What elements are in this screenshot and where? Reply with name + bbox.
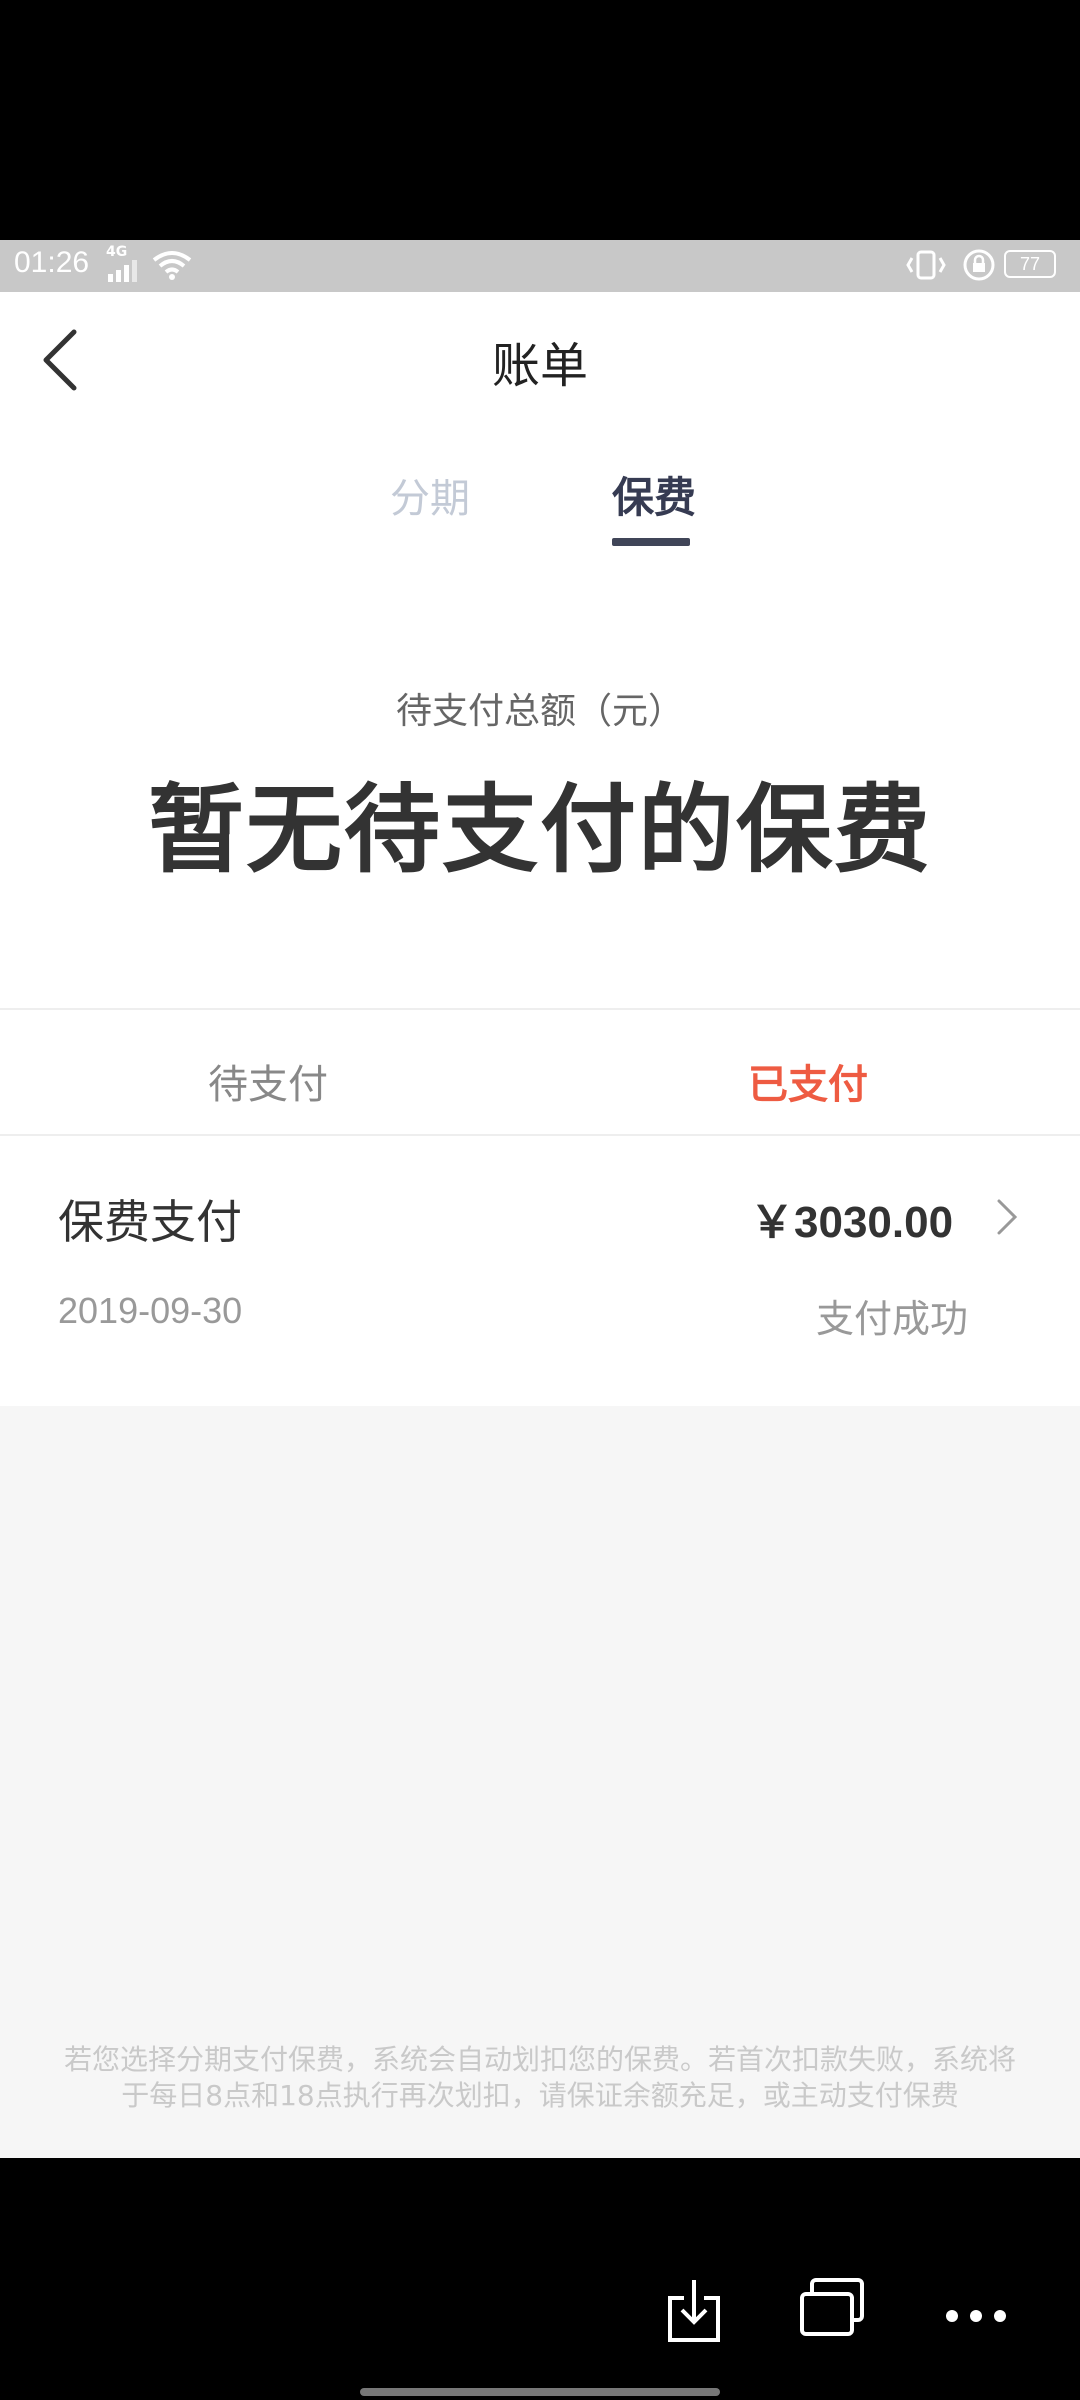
window-icon[interactable]	[798, 2278, 866, 2338]
divider	[0, 1008, 1080, 1010]
pending-total-label: 待支付总额（元）	[395, 691, 684, 732]
record-status: 支付成功	[816, 1297, 969, 1341]
status-time: 01:26	[14, 246, 90, 279]
pending-empty-message: 暂无待支付的保费	[148, 774, 932, 886]
wifi-icon	[152, 251, 192, 280]
status-bar: 01:26 4G 77	[0, 240, 1080, 292]
chevron-right-icon[interactable]	[996, 1198, 1018, 1236]
download-icon[interactable]	[666, 2278, 722, 2344]
record-title: 保费支付	[58, 1195, 242, 1249]
battery-icon: 77	[1004, 250, 1056, 278]
rotation-lock-icon	[963, 249, 995, 281]
vibrate-icon	[906, 250, 946, 280]
record-date: 2019-09-30	[58, 1290, 243, 1331]
footnote-text: 若您选择分期支付保费，系统会自动划扣您的保费。若首次扣款失败，系统将于每日8点和…	[63, 2043, 1016, 2112]
more-icon[interactable]	[944, 2306, 1008, 2326]
active-tab-indicator	[612, 538, 690, 546]
tab-installment[interactable]: 分期	[390, 466, 470, 524]
subtab-unpaid[interactable]: 待支付	[208, 1052, 328, 1110]
bill-page: 账单 分期 保费 待支付总额（元） 暂无待支付的保费 待支付 已支付 保费支付 …	[0, 292, 1080, 2158]
page-header-section: 账单 分期 保费 待支付总额（元） 暂无待支付的保费 待支付 已支付	[0, 292, 1080, 1282]
signal-icon	[108, 260, 137, 282]
tab-premium[interactable]: 保费	[612, 464, 696, 525]
subtab-paid[interactable]: 已支付	[748, 1052, 868, 1110]
bottom-bar	[0, 2158, 1080, 2400]
page-title: 账单	[491, 338, 588, 394]
payment-record-row[interactable]: 保费支付 ￥3030.00 2019-09-30 支付成功	[0, 1136, 1080, 1406]
home-indicator[interactable]	[360, 2388, 720, 2396]
network-type: 4G	[106, 244, 128, 260]
record-amount: ￥3030.00	[750, 1198, 954, 1247]
